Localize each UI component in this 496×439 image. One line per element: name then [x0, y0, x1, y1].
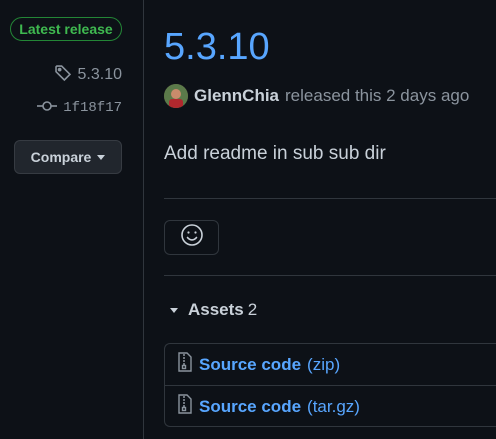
release-title[interactable]: 5.3.10: [164, 24, 270, 70]
divider: [164, 198, 496, 199]
asset-name: Source code: [199, 354, 302, 374]
git-commit-icon: [37, 99, 58, 118]
commit-sha: 1f18f17: [63, 100, 122, 116]
author-link[interactable]: GlennChia: [194, 86, 279, 106]
asset-name: Source code: [199, 396, 302, 416]
file-zip-icon: [177, 394, 193, 419]
divider: [164, 275, 496, 276]
release-body: Add readme in sub sub dir: [164, 143, 386, 164]
triangle-down-icon: [170, 307, 178, 313]
assets-list: Source code (zip) Source code (tar.gz): [164, 343, 496, 427]
tag-icon: [54, 64, 72, 87]
release-meta: GlennChia released this 2 days ago: [164, 82, 469, 110]
smiley-icon: [180, 223, 204, 252]
sidebar-divider: [143, 0, 144, 439]
add-reaction-button[interactable]: [164, 220, 219, 255]
asset-item-zip[interactable]: Source code (zip): [165, 344, 496, 385]
commit-link[interactable]: 1f18f17: [37, 98, 122, 118]
triangle-down-icon: [97, 154, 106, 160]
compare-button[interactable]: Compare: [14, 140, 122, 174]
avatar[interactable]: [164, 84, 188, 108]
tag-name: 5.3.10: [77, 66, 122, 83]
asset-item-targz[interactable]: Source code (tar.gz): [165, 385, 496, 427]
assets-count: 2: [247, 300, 258, 319]
assets-toggle[interactable]: Assets 2: [164, 298, 257, 322]
asset-ext: (tar.gz): [307, 396, 360, 416]
latest-release-badge: Latest release: [10, 17, 122, 41]
release-meta-text: released this 2 days ago: [285, 86, 470, 105]
file-zip-icon: [177, 352, 193, 377]
release-main: 5.3.10 GlennChia released this 2 days ag…: [164, 0, 496, 439]
compare-label: Compare: [30, 149, 92, 165]
tag-link[interactable]: 5.3.10: [54, 64, 122, 87]
release-sidebar: Latest release 5.3.10 1f18f17 Compare: [0, 0, 143, 439]
asset-ext: (zip): [307, 354, 341, 374]
assets-label: Assets: [188, 300, 244, 319]
